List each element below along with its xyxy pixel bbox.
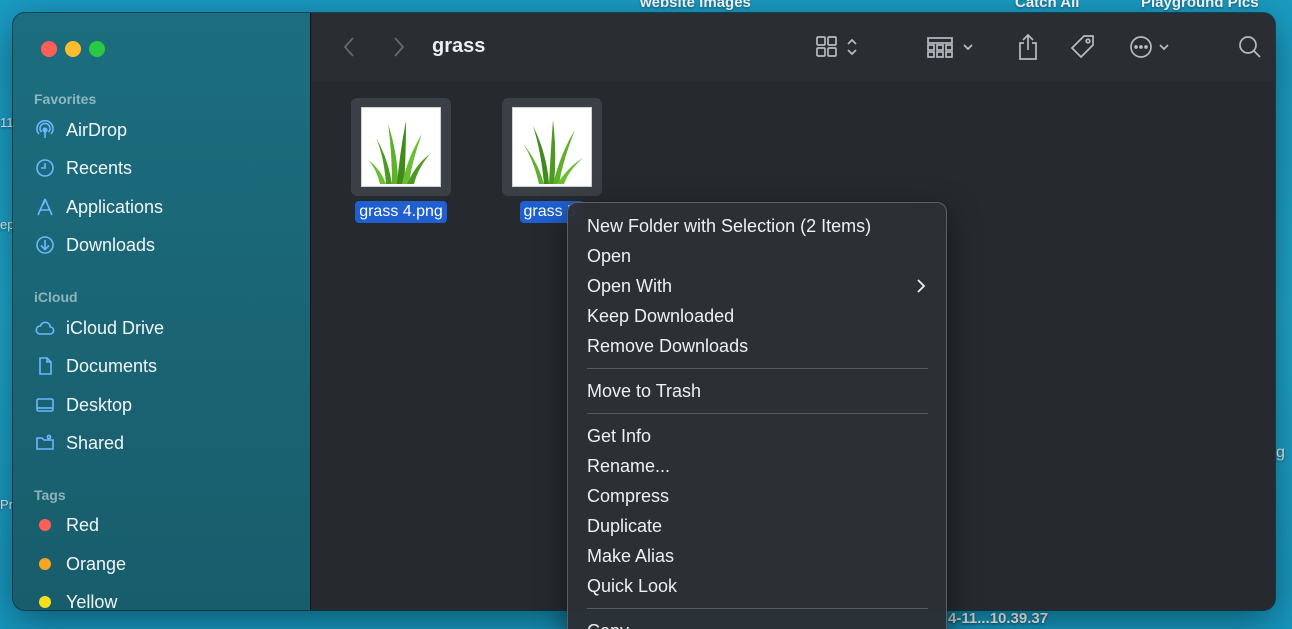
chevron-left-icon — [343, 37, 354, 57]
menu-item-make-alias[interactable]: Make Alias — [568, 541, 946, 571]
sidebar-item-shared[interactable]: Shared — [34, 430, 124, 456]
desktop-label-screenshot[interactable]: 4-11...10.39.37 — [948, 610, 1048, 627]
airdrop-icon — [34, 119, 56, 141]
tag-orange-dot-icon — [39, 558, 51, 570]
share-button[interactable] — [1016, 33, 1040, 61]
context-menu: New Folder with Selection (2 Items) Open… — [567, 202, 947, 629]
search-button[interactable] — [1237, 33, 1263, 61]
grass-picture-icon — [368, 121, 430, 184]
menu-item-duplicate[interactable]: Duplicate — [568, 511, 946, 541]
sidebar-section-tags: Tags — [34, 487, 66, 503]
menu-item-copy[interactable]: Copy — [568, 616, 946, 629]
sidebar-item-documents[interactable]: Documents — [34, 353, 157, 379]
tag-icon — [1070, 35, 1094, 59]
tag-red-dot-icon — [39, 519, 51, 531]
grass-image — [361, 107, 441, 187]
menu-item-label: Open With — [587, 275, 673, 296]
download-icon — [34, 234, 56, 256]
search-icon — [1239, 36, 1261, 58]
minimize-button[interactable] — [65, 41, 81, 57]
menu-item-open-with[interactable]: Open With — [568, 271, 946, 301]
file-name: grass 4.png — [355, 201, 447, 223]
sidebar-item-label: Documents — [66, 355, 158, 376]
sidebar-item-applications[interactable]: Applications — [34, 194, 163, 220]
sidebar-item-label: Red — [66, 514, 100, 535]
sidebar-section-favorites: Favorites — [34, 91, 97, 107]
desktop-edge-text: g — [1276, 444, 1285, 461]
window-title: grass — [432, 35, 486, 57]
grass-picture-icon — [523, 120, 583, 184]
desktop-label-website-images[interactable]: website images — [640, 0, 751, 11]
ellipsis-circle-icon — [1130, 36, 1169, 58]
tag-yellow-dot-icon — [39, 596, 51, 608]
menu-separator — [587, 608, 928, 609]
sidebar: Favorites AirDrop Recents Applications D… — [13, 13, 311, 610]
menu-item-move-to-trash[interactable]: Move to Trash — [568, 376, 946, 406]
sidebar-item-label: Shared — [66, 432, 125, 453]
share-icon — [1019, 33, 1037, 60]
sidebar-section-icloud: iCloud — [34, 289, 78, 305]
cloud-icon — [34, 317, 56, 339]
file-item-grass-4[interactable]: grass 4.png — [351, 98, 451, 223]
sidebar-item-label: Applications — [66, 196, 164, 217]
desktop-label-catch-all[interactable]: Catch All — [1015, 0, 1079, 11]
chevron-right-icon — [917, 279, 926, 293]
tag-button[interactable] — [1068, 33, 1098, 61]
desktop-edge-text: 11 — [0, 115, 14, 130]
menu-item-new-folder-with-selection[interactable]: New Folder with Selection (2 Items) — [568, 211, 946, 241]
menu-separator — [587, 368, 928, 369]
group-icon — [927, 37, 973, 58]
sidebar-item-downloads[interactable]: Downloads — [34, 232, 155, 258]
sidebar-item-label: Yellow — [66, 591, 118, 611]
sidebar-item-label: Downloads — [66, 234, 156, 255]
desktop-edge-text: Pr — [0, 497, 13, 512]
shared-folder-icon — [34, 432, 56, 454]
view-mode-button[interactable] — [815, 33, 863, 61]
close-button[interactable] — [41, 41, 57, 57]
menu-item-compress[interactable]: Compress — [568, 481, 946, 511]
toolbar: grass — [312, 13, 1275, 81]
zoom-button[interactable] — [89, 41, 105, 57]
sidebar-tag-yellow[interactable]: Yellow — [34, 589, 117, 610]
sidebar-item-recents[interactable]: Recents — [34, 155, 132, 181]
more-actions-button[interactable] — [1127, 33, 1173, 61]
menu-item-rename[interactable]: Rename... — [568, 451, 946, 481]
chevron-right-icon — [394, 37, 405, 57]
grid-view-icon — [816, 36, 857, 57]
applications-icon — [34, 196, 56, 218]
document-icon — [34, 355, 56, 377]
group-by-button[interactable] — [926, 33, 978, 61]
menu-separator — [587, 413, 928, 414]
sidebar-item-label: Orange — [66, 553, 127, 574]
file-thumbnail — [502, 98, 602, 196]
menu-item-get-info[interactable]: Get Info — [568, 421, 946, 451]
sidebar-item-label: Recents — [66, 157, 133, 178]
sidebar-item-label: AirDrop — [66, 119, 128, 140]
file-thumbnail — [351, 98, 451, 196]
back-button[interactable] — [342, 33, 356, 61]
sidebar-item-label: iCloud Drive — [66, 317, 165, 338]
sidebar-item-icloud-drive[interactable]: iCloud Drive — [34, 315, 164, 341]
menu-item-remove-downloads[interactable]: Remove Downloads — [568, 331, 946, 361]
menu-item-open[interactable]: Open — [568, 241, 946, 271]
menu-item-keep-downloaded[interactable]: Keep Downloaded — [568, 301, 946, 331]
window-controls — [41, 41, 105, 57]
clock-icon — [34, 157, 56, 179]
desktop-icon — [34, 394, 56, 416]
menu-item-quick-look[interactable]: Quick Look — [568, 571, 946, 601]
sidebar-item-desktop[interactable]: Desktop — [34, 392, 132, 418]
sidebar-tag-orange[interactable]: Orange — [34, 551, 126, 577]
sidebar-tag-red[interactable]: Red — [34, 512, 99, 538]
sidebar-item-airdrop[interactable]: AirDrop — [34, 117, 127, 143]
desktop-label-playground-pics[interactable]: Playground Pics — [1141, 0, 1259, 11]
grass-image — [512, 107, 592, 187]
forward-button[interactable] — [392, 33, 406, 61]
sidebar-item-label: Desktop — [66, 394, 133, 415]
